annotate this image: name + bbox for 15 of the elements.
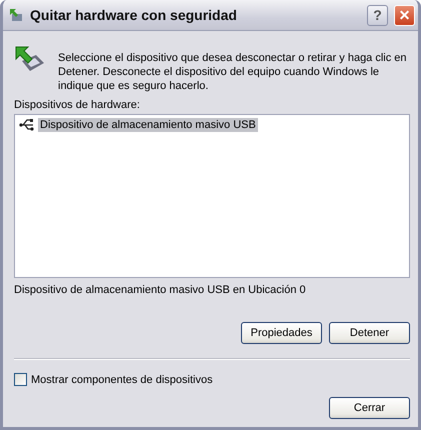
instructions-text: Seleccione el dispositivo que desea desconectar o retirar y haga clic en Detener. Desconecte el dispositivo del equipo cuando Windows le indique que es seguro hacerlo. — [58, 51, 408, 93]
checkbox[interactable] — [14, 373, 27, 386]
close-button[interactable]: × — [394, 4, 415, 26]
hardware-icon — [8, 7, 24, 23]
device-button[interactable]: Propiedades — [241, 322, 322, 344]
devices-label: Dispositivos de hardware: — [14, 99, 141, 111]
checkbox-label[interactable]: Mostrar componentes de dispositivos — [31, 374, 213, 386]
device-list[interactable]: Dispositivo de almacenamiento masivo USB — [14, 114, 410, 278]
close-dialog-button[interactable]: Cerrar — [329, 397, 410, 419]
window-title: Quitar hardware con seguridad — [30, 7, 238, 23]
device-item[interactable]: Dispositivo de almacenamiento masivo USB — [38, 118, 258, 132]
status-text: Dispositivo de almacenamiento masivo USB en Ubicación 0 — [14, 284, 307, 296]
usb-icon — [19, 118, 35, 132]
device-button[interactable]: Detener — [329, 322, 410, 344]
help-button[interactable]: ? — [367, 4, 388, 26]
